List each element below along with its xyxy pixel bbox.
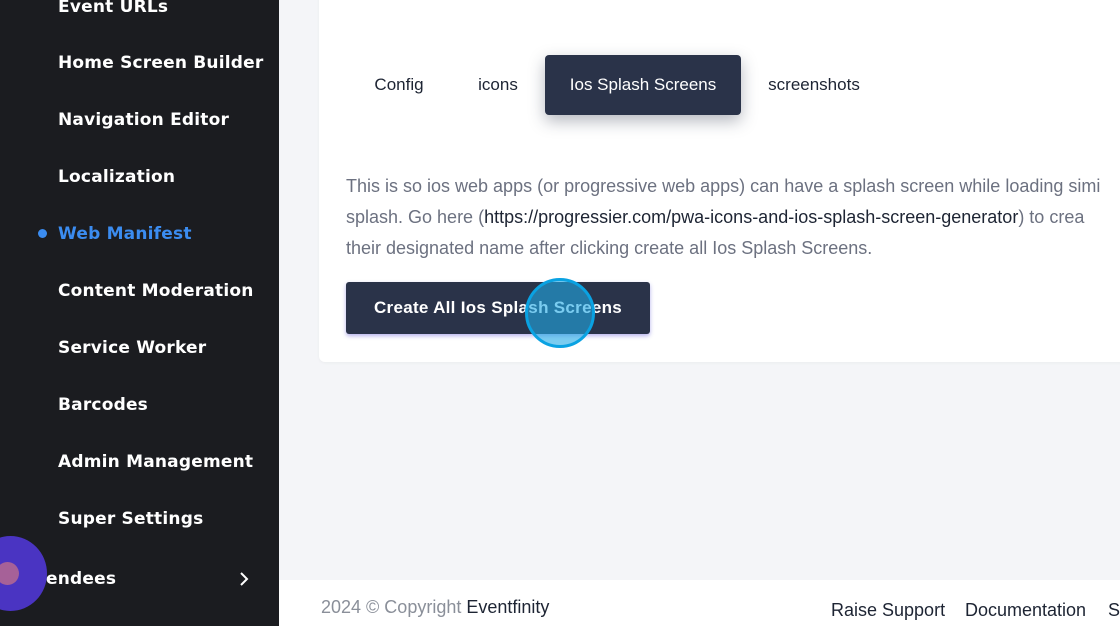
- description-line-2: splash. Go here (https://progressier.com…: [346, 202, 1120, 233]
- sidebar-item-navigation-editor[interactable]: Navigation Editor: [58, 110, 229, 130]
- sidebar-item-admin-management[interactable]: Admin Management: [58, 452, 253, 472]
- sidebar-item-localization[interactable]: Localization: [58, 167, 175, 187]
- chat-launcher-bubble[interactable]: [0, 536, 47, 611]
- splash-description: This is so ios web apps (or progressive …: [346, 171, 1120, 264]
- tab-ios-splash-screens[interactable]: Ios Splash Screens: [545, 55, 741, 115]
- sidebar-item-attendees[interactable]: endees: [46, 569, 116, 589]
- active-indicator-dot: [38, 229, 47, 238]
- chat-launcher-icon: [0, 562, 19, 585]
- copyright-text: 2024 © Copyright Eventfinity: [321, 597, 549, 618]
- copyright-label: 2024 © Copyright: [321, 597, 467, 617]
- tab-icons[interactable]: icons: [452, 55, 544, 115]
- description-line-2-end: ) to crea: [1018, 207, 1085, 227]
- tab-config[interactable]: Config: [346, 55, 452, 115]
- sidebar-item-service-worker[interactable]: Service Worker: [58, 338, 206, 358]
- sidebar-item-event-urls[interactable]: Event URLs: [58, 0, 168, 17]
- sidebar-item-barcodes[interactable]: Barcodes: [58, 395, 148, 415]
- description-line-3: their designated name after clicking cre…: [346, 238, 873, 258]
- click-indicator: [525, 278, 595, 348]
- brand-name[interactable]: Eventfinity: [466, 597, 549, 617]
- sidebar-item-content-moderation[interactable]: Content Moderation: [58, 281, 254, 301]
- raise-support-link[interactable]: Raise Support: [831, 600, 945, 621]
- footer-link-truncated[interactable]: S: [1108, 600, 1120, 621]
- create-all-ios-splash-screens-button[interactable]: Create All Ios Splash Screens: [346, 282, 650, 334]
- sidebar-item-super-settings[interactable]: Super Settings: [58, 509, 203, 529]
- description-line-2-start: splash. Go here (: [346, 207, 485, 227]
- documentation-link[interactable]: Documentation: [965, 600, 1086, 621]
- sidebar: Event URLs Home Screen Builder Navigatio…: [0, 0, 279, 626]
- sidebar-item-web-manifest[interactable]: Web Manifest: [58, 224, 192, 244]
- sidebar-item-home-screen-builder[interactable]: Home Screen Builder: [58, 53, 263, 73]
- chevron-right-icon[interactable]: [239, 572, 249, 586]
- description-line-1: This is so ios web apps (or progressive …: [346, 176, 1101, 196]
- tab-screenshots[interactable]: screenshots: [744, 55, 884, 115]
- generator-link[interactable]: https://progressier.com/pwa-icons-and-io…: [484, 207, 1018, 227]
